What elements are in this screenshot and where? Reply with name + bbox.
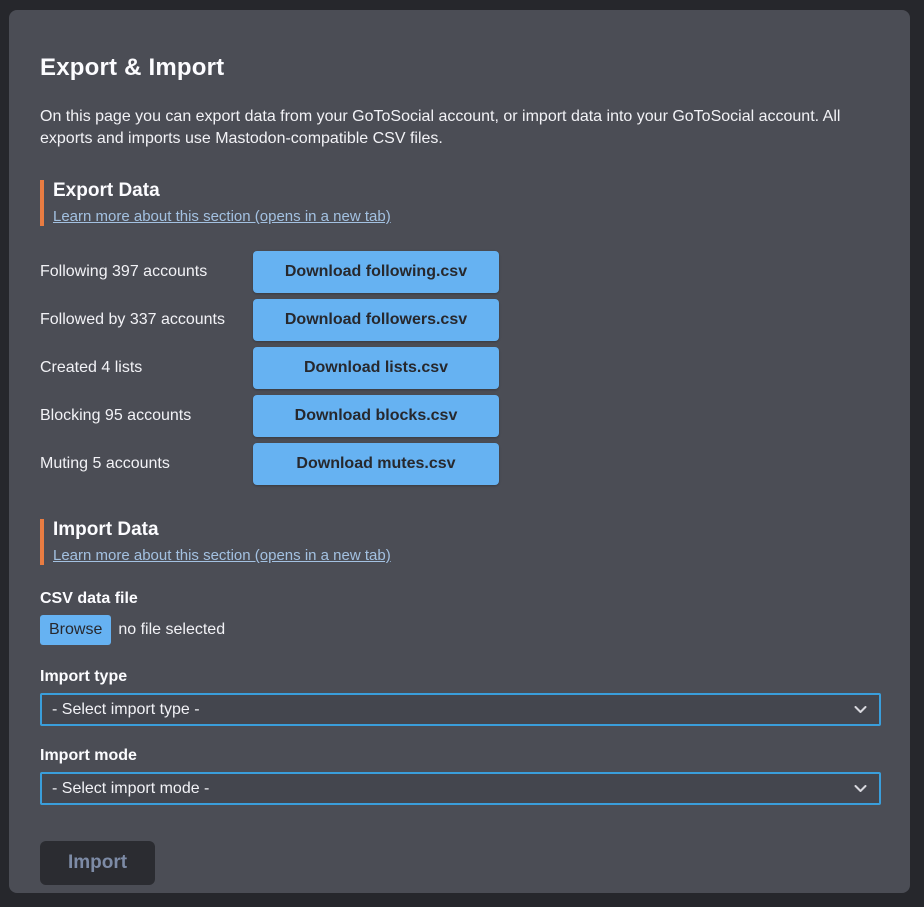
csv-file-input[interactable]: Browse no file selected bbox=[40, 615, 880, 645]
export-rows: Following 397 accounts Download followin… bbox=[40, 251, 880, 485]
file-status-text: no file selected bbox=[118, 621, 225, 639]
export-learn-more-link[interactable]: Learn more about this section (opens in … bbox=[53, 208, 391, 225]
import-mode-select[interactable]: - Select import mode - bbox=[40, 772, 881, 805]
export-import-panel: Export & Import On this page you can exp… bbox=[9, 10, 910, 893]
page-title: Export & Import bbox=[40, 54, 880, 82]
import-mode-selected-value: - Select import mode - bbox=[52, 780, 209, 798]
download-followers-button[interactable]: Download followers.csv bbox=[253, 299, 499, 341]
download-mutes-button[interactable]: Download mutes.csv bbox=[253, 443, 499, 485]
import-mode-field: Import mode - Select import mode - bbox=[40, 747, 880, 805]
export-row-followers: Followed by 337 accounts Download follow… bbox=[40, 299, 880, 341]
import-button[interactable]: Import bbox=[40, 841, 155, 885]
import-learn-more-link[interactable]: Learn more about this section (opens in … bbox=[53, 547, 391, 564]
import-mode-label: Import mode bbox=[40, 747, 880, 765]
import-type-label: Import type bbox=[40, 668, 880, 686]
csv-file-label: CSV data file bbox=[40, 590, 880, 608]
export-row-label: Blocking 95 accounts bbox=[40, 407, 253, 425]
export-row-blocks: Blocking 95 accounts Download blocks.csv bbox=[40, 395, 880, 437]
import-type-select[interactable]: - Select import type - bbox=[40, 693, 881, 726]
csv-file-field: CSV data file Browse no file selected bbox=[40, 590, 880, 645]
export-row-label: Followed by 337 accounts bbox=[40, 311, 253, 329]
export-section-title: Export Data bbox=[53, 180, 880, 202]
import-type-field: Import type - Select import type - bbox=[40, 668, 880, 726]
download-blocks-button[interactable]: Download blocks.csv bbox=[253, 395, 499, 437]
browse-button[interactable]: Browse bbox=[40, 615, 111, 645]
export-row-lists: Created 4 lists Download lists.csv bbox=[40, 347, 880, 389]
download-lists-button[interactable]: Download lists.csv bbox=[253, 347, 499, 389]
chevron-down-icon bbox=[854, 706, 867, 714]
export-row-label: Following 397 accounts bbox=[40, 263, 253, 281]
import-type-selected-value: - Select import type - bbox=[52, 701, 200, 719]
download-following-button[interactable]: Download following.csv bbox=[253, 251, 499, 293]
export-row-label: Created 4 lists bbox=[40, 359, 253, 377]
export-row-label: Muting 5 accounts bbox=[40, 455, 253, 473]
import-section-title: Import Data bbox=[53, 519, 880, 541]
import-section-header: Import Data Learn more about this sectio… bbox=[40, 519, 880, 565]
chevron-down-icon bbox=[854, 785, 867, 793]
export-row-mutes: Muting 5 accounts Download mutes.csv bbox=[40, 443, 880, 485]
page-description: On this page you can export data from yo… bbox=[40, 106, 880, 150]
export-section-header: Export Data Learn more about this sectio… bbox=[40, 180, 880, 226]
export-row-following: Following 397 accounts Download followin… bbox=[40, 251, 880, 293]
